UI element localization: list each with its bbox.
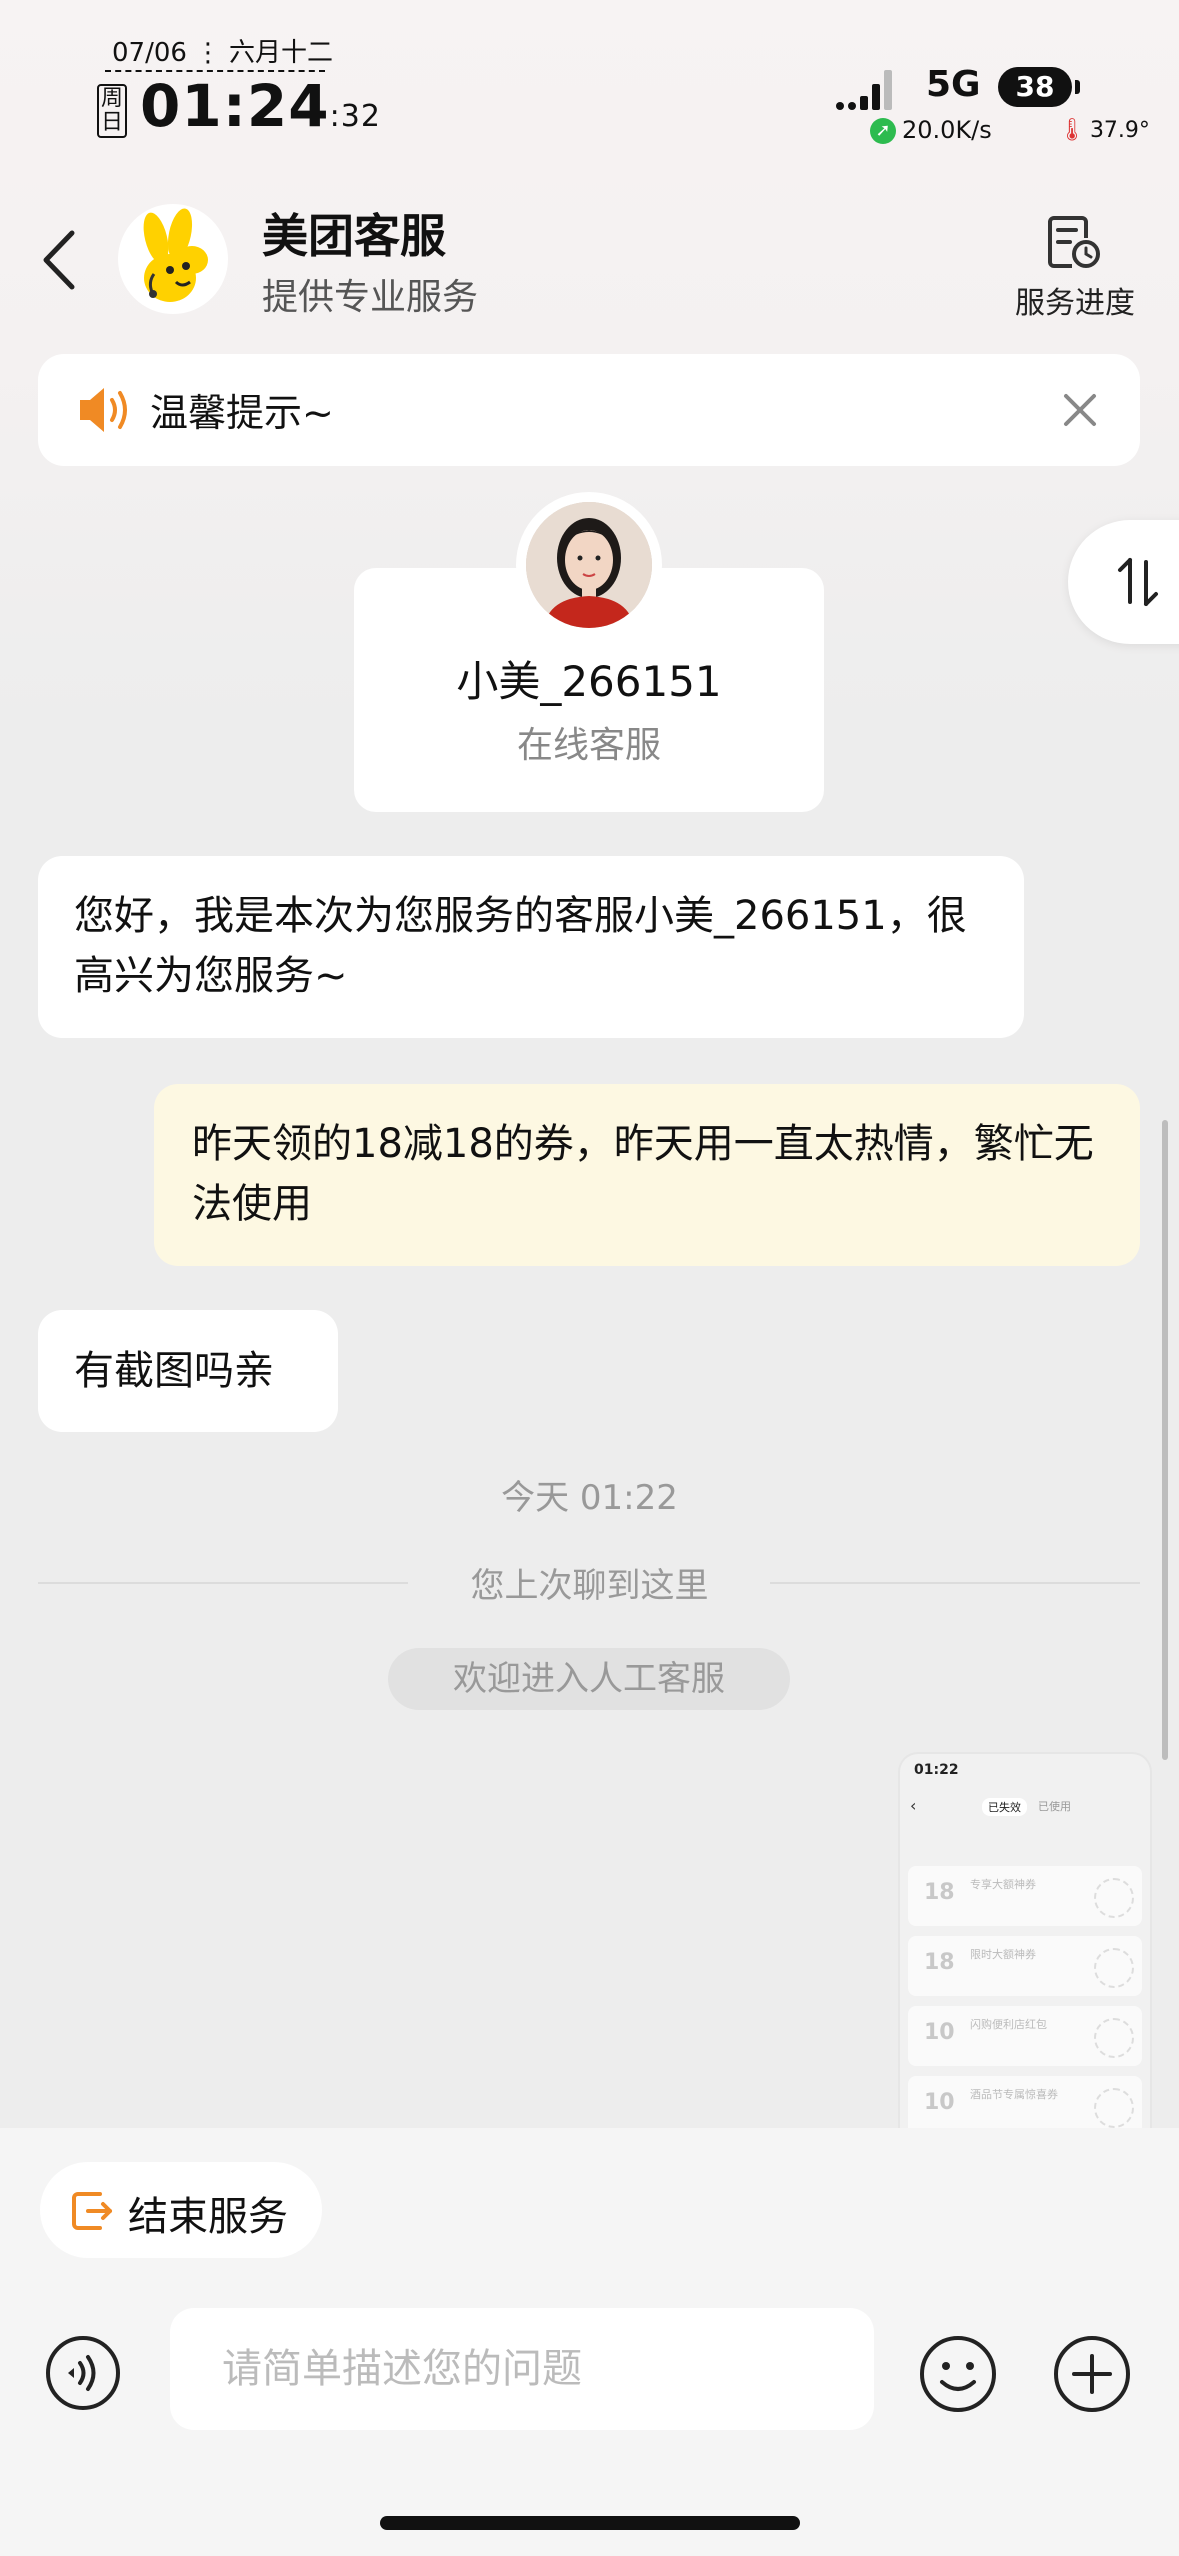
agent-name: 小美_266151 (456, 657, 722, 706)
location-arrow-icon: ➚ (870, 118, 896, 144)
system-welcome-notice: 欢迎进入人工客服 (388, 1648, 790, 1710)
expired-stamp-icon (1094, 1878, 1134, 1918)
notice-banner[interactable]: 温馨提示~ (38, 354, 1140, 466)
service-progress-icon (1048, 216, 1100, 268)
emoji-icon[interactable] (918, 2334, 998, 2414)
service-progress-button[interactable]: 服务进度 (1000, 206, 1150, 321)
thumbnail-back-icon: ‹ (910, 1796, 917, 1815)
back-button[interactable] (36, 225, 86, 295)
thumbnail-coupon: 18 专享大额神券 (908, 1866, 1142, 1926)
exit-icon (72, 2192, 112, 2230)
page-title: 美团客服 (262, 209, 446, 263)
temperature: 🌡 37.9° (1058, 118, 1150, 143)
sent-screenshot-image[interactable]: 01:22 ‹ 已失效 已使用 18 专享大额神券 18 限时大额神券 10 闪… (898, 1752, 1152, 2134)
end-service-button[interactable]: 结束服务 (40, 2162, 322, 2258)
network-type: 5G (926, 64, 981, 105)
network-speed: ➚ 20.0K/s (870, 116, 992, 144)
signal-icon (836, 70, 892, 110)
battery-indicator: 38 (998, 67, 1080, 107)
end-service-label: 结束服务 (128, 2194, 288, 2240)
agent-photo (526, 502, 652, 628)
service-progress-label: 服务进度 (1015, 286, 1135, 321)
kangaroo-mascot-icon (143, 208, 208, 302)
expired-stamp-icon (1094, 2088, 1134, 2128)
agent-avatar[interactable] (516, 492, 662, 638)
status-date: 07/06 ⋮ 六月十二 (112, 38, 333, 68)
swap-vertical-icon (1118, 558, 1158, 606)
agent-message[interactable]: 您好，我是本次为您服务的客服小美_266151，很高兴为您服务~ (38, 856, 1024, 1038)
plus-icon[interactable] (1052, 2334, 1132, 2414)
thumbnail-coupon: 10 闪购便利店红包 (908, 2006, 1142, 2066)
thumbnail-coupon: 18 限时大额神券 (908, 1936, 1142, 1996)
status-weekday: 周日 (97, 84, 127, 138)
user-message[interactable]: 昨天领的18减18的券，昨天用一直太热情，繁忙无法使用 (154, 1084, 1140, 1266)
home-indicator[interactable] (380, 2516, 800, 2530)
status-time: 01:24:32 (140, 72, 381, 140)
meituan-mascot-avatar (118, 204, 228, 314)
agent-message[interactable]: 有截图吗亲 (38, 1310, 338, 1432)
message-input[interactable] (220, 2338, 824, 2400)
agent-role: 在线客服 (516, 725, 661, 766)
voice-input-icon[interactable] (44, 2334, 122, 2412)
message-timestamp: 今天 01:22 (501, 1478, 678, 1518)
thumbnail-coupon: 10 酒品节专属惊喜券 (908, 2076, 1142, 2134)
scrollbar[interactable] (1162, 1120, 1168, 1760)
notice-text: 温馨提示~ (150, 391, 334, 435)
last-read-marker: 您上次聊到这里 (470, 1566, 709, 1606)
close-icon[interactable] (1058, 388, 1102, 432)
page-subtitle: 提供专业服务 (262, 277, 479, 318)
message-input-box[interactable] (170, 2308, 874, 2430)
thumbnail-status-time: 01:22 (914, 1762, 959, 1778)
speaker-icon (80, 388, 127, 432)
thermometer-icon: 🌡 (1058, 118, 1086, 143)
thumbnail-tab-active: 已失效 (982, 1798, 1027, 1816)
expired-stamp-icon (1094, 2018, 1134, 2058)
thumbnail-tabs: ‹ 已失效 已使用 (900, 1792, 1150, 1822)
thumbnail-tab-inactive: 已使用 (1038, 1800, 1071, 1813)
expired-stamp-icon (1094, 1948, 1134, 1988)
